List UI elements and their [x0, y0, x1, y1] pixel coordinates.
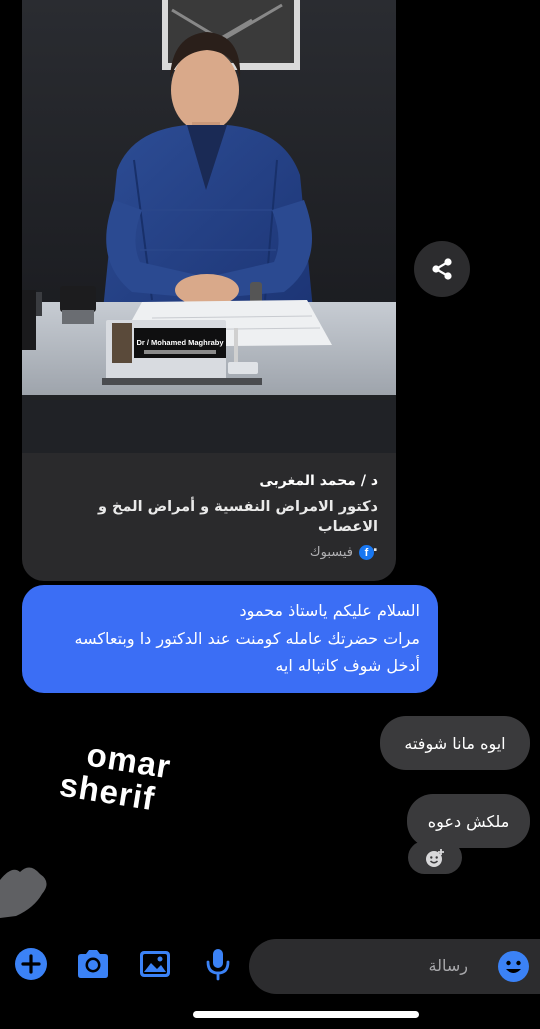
post-title: د / محمد المغربى	[259, 473, 378, 489]
emoji-icon	[498, 951, 529, 982]
post-photo: Dr / Mohamed Maghraby	[22, 0, 396, 453]
home-indicator	[193, 1011, 419, 1018]
message-line: مرات حضرتك عامله كومنت عند الدكتور دا وب…	[74, 628, 420, 648]
incoming-message-bubble[interactable]: ملكش دعوه	[407, 794, 530, 848]
incoming-message-bubble[interactable]: ايوه مانا شوفته	[380, 716, 530, 770]
message-text: ملكش دعوه	[427, 811, 510, 831]
facebook-icon: f	[359, 545, 374, 560]
message-input-placeholder: رسالة	[428, 956, 468, 975]
post-preview-text: د / محمد المغربى دكتور الامراض النفسية و…	[22, 453, 396, 581]
camera-button[interactable]	[71, 935, 115, 993]
post-source: f فيسبوك	[310, 545, 374, 560]
message-line: أدخل شوف كاتباله ايه	[275, 656, 420, 675]
voice-button[interactable]	[196, 935, 240, 993]
message-text: ايوه مانا شوفته	[404, 733, 506, 753]
doctor-photo-image: Dr / Mohamed Maghraby	[22, 0, 396, 453]
microphone-icon	[206, 949, 230, 981]
add-button[interactable]	[9, 935, 53, 993]
shared-post-card[interactable]: Dr / Mohamed Maghraby د / محمد المغربى د…	[22, 0, 396, 581]
share-icon	[432, 258, 452, 280]
plus-icon	[15, 948, 47, 980]
post-description-text: دكتور الامراض النفسية و أمراض المخ و الا…	[97, 499, 378, 535]
camera-icon	[78, 950, 108, 978]
post-source-label: فيسبوك	[309, 545, 353, 560]
watermark: omar sherif	[57, 734, 173, 818]
gallery-button[interactable]	[133, 935, 177, 993]
message-input[interactable]: رسالة	[249, 939, 540, 994]
add-reaction-button[interactable]	[408, 841, 462, 874]
share-button[interactable]	[414, 241, 470, 297]
message-line: السلام عليكم ياستاذ محمود	[239, 601, 420, 620]
gallery-icon	[140, 951, 170, 977]
sticker-image	[0, 867, 47, 918]
emoji-button[interactable]	[497, 950, 530, 987]
nameplate-text: Dr / Mohamed Maghraby	[136, 338, 224, 347]
add-reaction-icon	[426, 848, 444, 867]
outgoing-message-bubble[interactable]: السلام عليكم ياستاذ محمود مرات حضرتك عام…	[22, 585, 438, 693]
